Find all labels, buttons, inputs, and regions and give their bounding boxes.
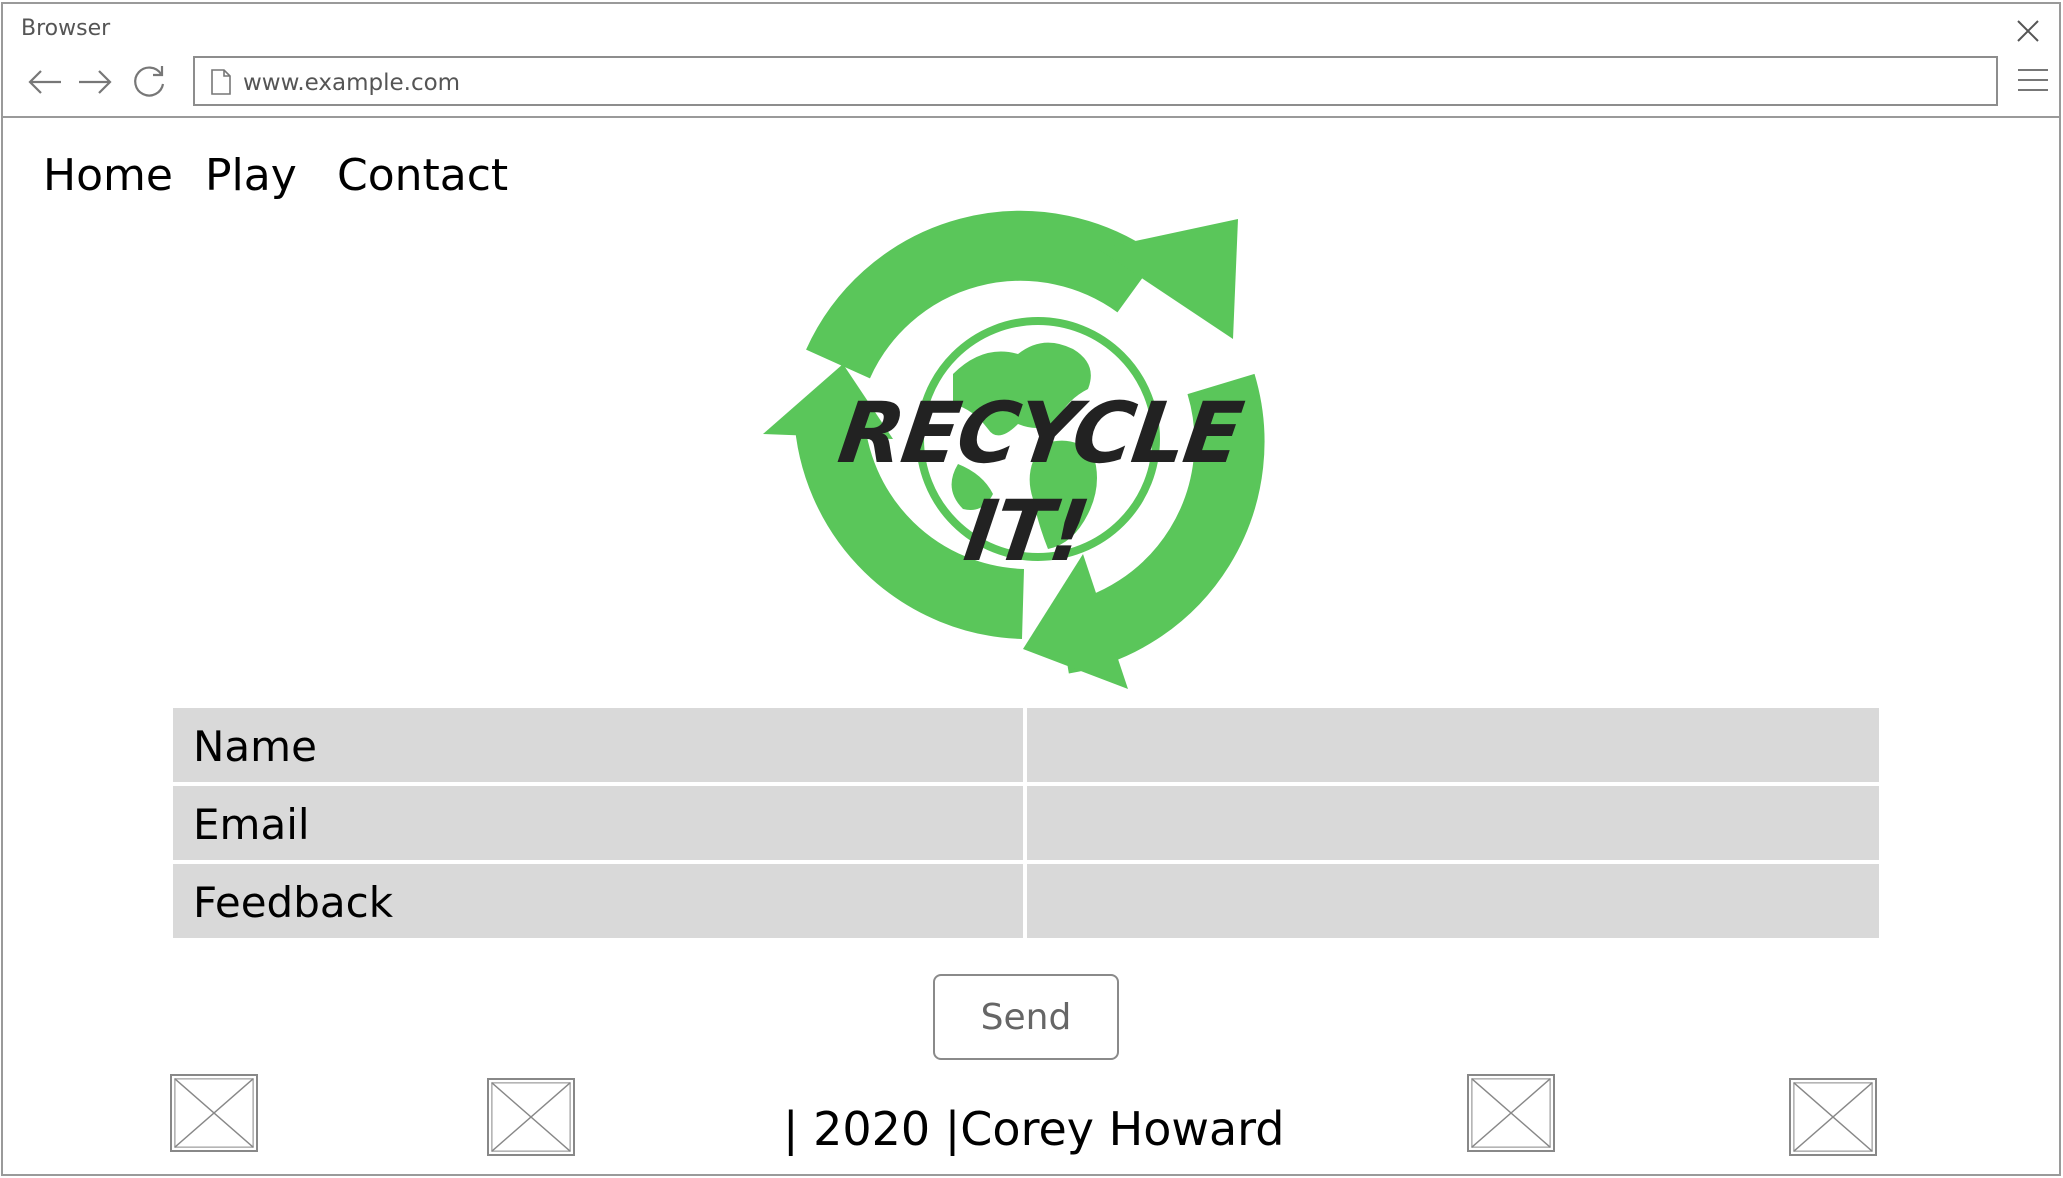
feedback-label: Feedback: [173, 864, 1023, 938]
nav-home-link[interactable]: Home: [43, 150, 173, 201]
browser-window: Browser www.example.com Home Play Contac…: [1, 2, 2061, 1176]
image-placeholder-icon[interactable]: [170, 1074, 258, 1152]
form-row-name: Name: [173, 708, 1879, 782]
close-icon[interactable]: [2013, 16, 2043, 46]
form-row-feedback: Feedback: [173, 864, 1879, 938]
title-bar: Browser: [3, 4, 2059, 50]
image-placeholder-icon[interactable]: [1467, 1074, 1555, 1152]
image-placeholder-icon[interactable]: [1789, 1078, 1877, 1156]
nav-contact-link[interactable]: Contact: [337, 150, 508, 201]
arrow-left-icon[interactable]: [25, 62, 65, 102]
browser-toolbar: www.example.com: [3, 52, 2059, 118]
form-row-email: Email: [173, 786, 1879, 860]
reload-icon[interactable]: [129, 62, 169, 102]
footer-copyright: | 2020 |Corey Howard: [783, 1102, 1285, 1156]
url-text: www.example.com: [243, 70, 461, 96]
name-label: Name: [173, 708, 1023, 782]
feedback-field[interactable]: [1027, 864, 1879, 938]
name-field[interactable]: [1027, 708, 1879, 782]
nav-play-link[interactable]: Play: [205, 150, 297, 201]
send-button[interactable]: Send: [933, 974, 1119, 1060]
logo-text: RECYCLE IT!: [832, 384, 1247, 580]
email-label: Email: [173, 786, 1023, 860]
address-bar[interactable]: www.example.com: [193, 56, 1998, 106]
image-placeholder-icon[interactable]: [487, 1078, 575, 1156]
hamburger-menu-icon[interactable]: [2015, 60, 2051, 100]
arrow-right-icon[interactable]: [75, 62, 115, 102]
recycle-it-logo: RECYCLE IT!: [743, 184, 1303, 694]
window-title: Browser: [21, 16, 111, 41]
email-field[interactable]: [1027, 786, 1879, 860]
page-icon: [209, 68, 233, 96]
feedback-form: Name Email Feedback: [173, 708, 1879, 942]
